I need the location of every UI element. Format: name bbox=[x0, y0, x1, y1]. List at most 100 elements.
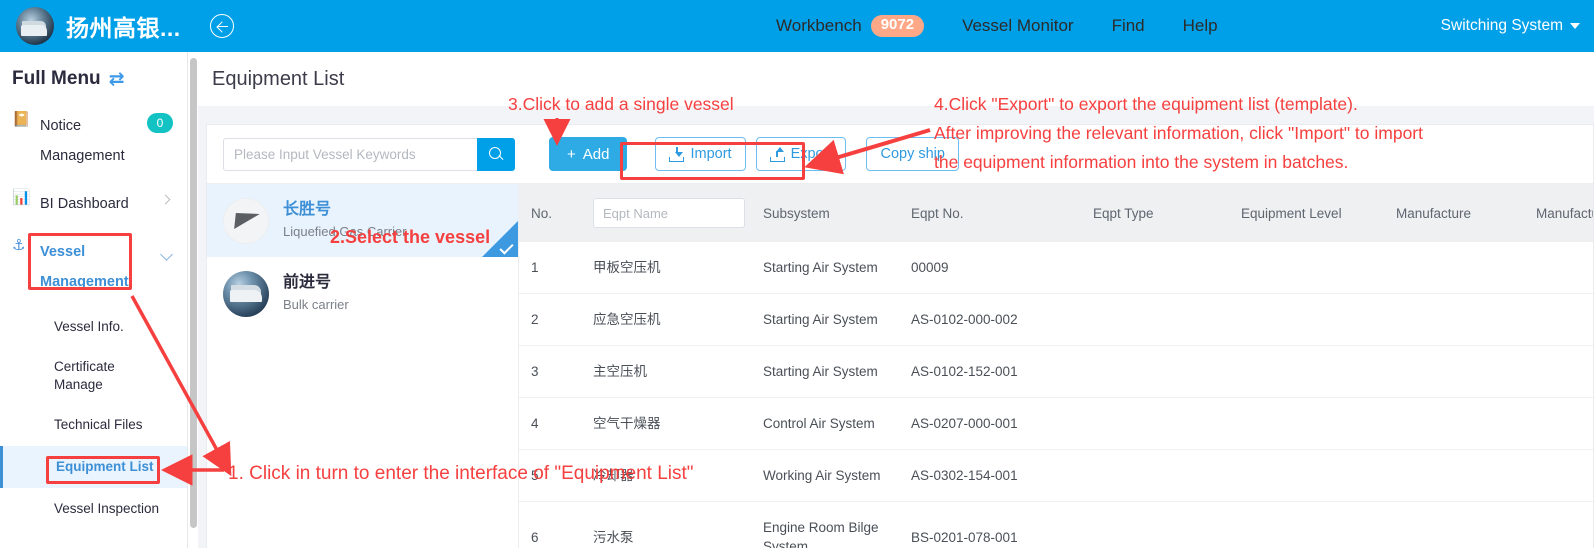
cell-eqpt-type bbox=[1081, 449, 1229, 502]
switching-system-menu[interactable]: Switching System bbox=[1441, 0, 1580, 52]
cell-manufacture-date bbox=[1524, 449, 1593, 502]
sidebar-item-label-vessel-2: Management bbox=[40, 274, 129, 290]
nav-item-vessel-monitor[interactable]: Vessel Monitor bbox=[943, 16, 1093, 36]
vessel-type-2: Bulk carrier bbox=[283, 297, 349, 312]
nav-item-find[interactable]: Find bbox=[1093, 16, 1164, 36]
vessel-card[interactable]: 前进号 Bulk carrier bbox=[207, 257, 518, 330]
sidebar-sublabel-certificate-manage: Certificate Manage bbox=[54, 359, 115, 392]
toolbar: + Add Import Export Copy ship bbox=[207, 125, 1593, 183]
sidebar-item-vessel-inspection[interactable]: Vessel Inspection bbox=[0, 488, 187, 530]
sidebar-item-vessel-management[interactable]: ⚓ Vessel Management bbox=[0, 228, 187, 306]
cell-name: 空气干燥器 bbox=[581, 397, 751, 450]
table-row[interactable]: 5 冷却器 Working Air System AS-0302-154-001 bbox=[519, 449, 1593, 502]
top-nav: Workbench 9072 Vessel Monitor Find Help bbox=[757, 0, 1237, 52]
th-eqpt-no: Eqpt No. bbox=[899, 184, 1081, 242]
brand: 扬州高银... bbox=[0, 7, 181, 45]
vessel-search bbox=[223, 137, 515, 171]
eqpt-name-filter-input[interactable] bbox=[593, 198, 745, 228]
sidebar-item-equipment-list[interactable]: Equipment List bbox=[0, 446, 187, 488]
sidebar-item-notice-management[interactable]: 📔 Notice Management 0 bbox=[0, 102, 187, 180]
cell-manufacture bbox=[1384, 501, 1524, 548]
copy-ship-button-label: Copy ship bbox=[880, 146, 945, 162]
export-upload-icon bbox=[769, 146, 785, 162]
table-row[interactable]: 1 甲板空压机 Starting Air System 00009 bbox=[519, 242, 1593, 294]
cell-no: 1 bbox=[519, 242, 581, 294]
import-download-icon bbox=[669, 146, 685, 162]
sidebar-item-technical-files[interactable]: Technical Files bbox=[0, 404, 187, 446]
cell-manufacture-date bbox=[1524, 345, 1593, 398]
cell-eqpt-no: AS-0302-154-001 bbox=[899, 449, 1081, 502]
table-row[interactable]: 3 主空压机 Starting Air System AS-0102-152-0… bbox=[519, 345, 1593, 398]
vessel-name: 长胜号 bbox=[283, 201, 332, 218]
cell-manufacture bbox=[1384, 345, 1524, 398]
equipment-table-wrap: No. Subsystem Eqpt No. Eqpt Type Equipme… bbox=[519, 183, 1593, 548]
full-menu-header[interactable]: Full Menu ⇄ bbox=[0, 52, 187, 102]
switching-system-label: Switching System bbox=[1440, 17, 1563, 34]
cell-name: 污水泵 bbox=[581, 501, 751, 548]
top-bar: 扬州高银... Workbench 9072 Vessel Monitor Fi… bbox=[0, 0, 1594, 52]
cell-subsystem: Starting Air System bbox=[751, 242, 899, 294]
cell-no: 2 bbox=[519, 293, 581, 346]
notice-count-badge: 0 bbox=[147, 113, 173, 133]
cell-eqpt-no: AS-0102-152-001 bbox=[899, 345, 1081, 398]
nav-item-help[interactable]: Help bbox=[1164, 16, 1237, 36]
content-area: Equipment List + Add Import bbox=[198, 52, 1594, 548]
cell-subsystem: Working Air System bbox=[751, 449, 899, 502]
cell-name: 甲板空压机 bbox=[581, 242, 751, 294]
cell-eqpt-type bbox=[1081, 242, 1229, 294]
vessel-outline-thumb-icon bbox=[223, 197, 269, 244]
swap-arrows-icon[interactable]: ⇄ bbox=[109, 70, 125, 89]
vessel-photo-thumb-icon bbox=[223, 270, 269, 317]
table-row[interactable]: 6 污水泵 Engine Room Bilge System BS-0201-0… bbox=[519, 501, 1593, 548]
search-button[interactable] bbox=[477, 137, 515, 171]
cell-level bbox=[1229, 293, 1384, 346]
cell-manufacture-date bbox=[1524, 501, 1593, 548]
cell-name: 应急空压机 bbox=[581, 293, 751, 346]
table-row[interactable]: 4 空气干燥器 Control Air System AS-0207-000-0… bbox=[519, 397, 1593, 450]
export-button[interactable]: Export bbox=[755, 137, 847, 171]
bar-chart-icon: 📊 bbox=[12, 189, 31, 206]
cell-eqpt-type bbox=[1081, 293, 1229, 346]
back-arrow-icon[interactable] bbox=[209, 14, 234, 38]
chevron-down-icon bbox=[1570, 23, 1580, 29]
sidebar-item-bi-dashboard[interactable]: 📊 BI Dashboard bbox=[0, 180, 187, 228]
sidebar-sublabel-technical-files: Technical Files bbox=[54, 417, 143, 432]
cell-no: 5 bbox=[519, 449, 581, 502]
sidebar-scrollbar[interactable] bbox=[190, 58, 197, 528]
cell-eqpt-type bbox=[1081, 345, 1229, 398]
nav-item-workbench[interactable]: Workbench 9072 bbox=[757, 15, 943, 37]
cell-level bbox=[1229, 345, 1384, 398]
cell-no: 6 bbox=[519, 501, 581, 548]
th-no: No. bbox=[519, 184, 581, 242]
cell-eqpt-no: BS-0201-078-001 bbox=[899, 501, 1081, 548]
table-body: 1 甲板空压机 Starting Air System 00009 2 应急空压… bbox=[519, 242, 1593, 548]
table-row[interactable]: 2 应急空压机 Starting Air System AS-0102-000-… bbox=[519, 293, 1593, 346]
vessel-name-2: 前进号 bbox=[283, 274, 332, 291]
workbench-count-badge: 9072 bbox=[870, 15, 925, 37]
cell-subsystem: Engine Room Bilge System bbox=[751, 501, 899, 548]
sidebar-item-label-bi-dashboard: BI Dashboard bbox=[40, 196, 129, 212]
sidebar-sublabel-vessel-info: Vessel Info. bbox=[54, 319, 124, 334]
cell-manufacture-date bbox=[1524, 293, 1593, 346]
cell-manufacture-date bbox=[1524, 397, 1593, 450]
search-input[interactable] bbox=[223, 137, 477, 171]
plus-icon: + bbox=[567, 145, 576, 163]
vessel-card-selected[interactable]: 长胜号 Liquefied Gas Carrier bbox=[207, 184, 518, 257]
import-button[interactable]: Import bbox=[655, 137, 746, 171]
add-button[interactable]: + Add bbox=[549, 137, 628, 171]
sidebar-item-vessel-info[interactable]: Vessel Info. bbox=[0, 306, 187, 348]
export-button-label: Export bbox=[790, 146, 833, 162]
copy-ship-button[interactable]: Copy ship bbox=[866, 137, 959, 171]
full-menu-label: Full Menu bbox=[12, 68, 101, 89]
nav-label-help: Help bbox=[1182, 16, 1218, 35]
th-eqpt-name bbox=[581, 184, 751, 242]
cell-name: 主空压机 bbox=[581, 345, 751, 398]
sidebar-item-certificate-manage[interactable]: Certificate Manage bbox=[0, 348, 140, 404]
sidebar-item-label-vessel: Vessel bbox=[40, 244, 86, 260]
cell-manufacture bbox=[1384, 242, 1524, 294]
nav-label-vessel-monitor: Vessel Monitor bbox=[962, 16, 1074, 35]
import-export-group: Import Export Copy ship bbox=[655, 137, 959, 171]
cell-eqpt-type bbox=[1081, 397, 1229, 450]
sidebar-item-label-notice: Notice bbox=[40, 118, 82, 134]
cell-eqpt-type bbox=[1081, 501, 1229, 548]
